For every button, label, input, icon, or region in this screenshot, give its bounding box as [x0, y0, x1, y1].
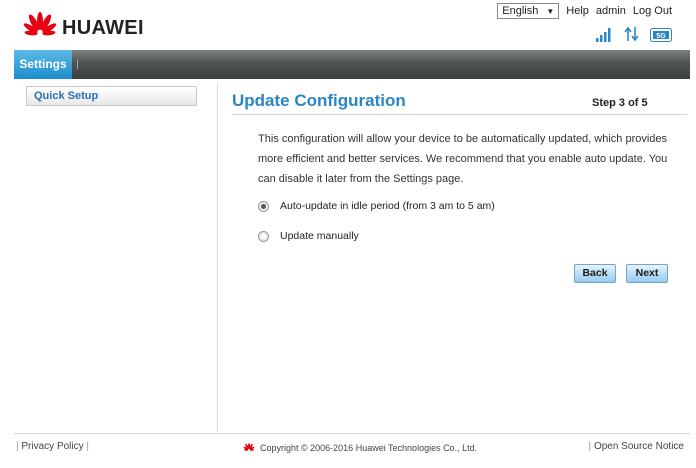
- help-link[interactable]: Help: [566, 5, 589, 17]
- radio-selected-dot: [261, 203, 266, 209]
- auto-update-label: Auto-update in idle period (from 3 am to…: [280, 200, 495, 212]
- language-select[interactable]: English ▼: [497, 3, 560, 19]
- signal-strength-icon: [596, 28, 611, 42]
- update-manually-radio[interactable]: [258, 230, 269, 242]
- privacy-policy-link[interactable]: Privacy Policy: [21, 441, 83, 452]
- admin-link[interactable]: admin: [596, 5, 626, 17]
- top-links: English ▼ Help admin Log Out: [497, 3, 672, 19]
- brand-name: HUAWEI: [62, 17, 144, 39]
- dropdown-arrow-icon: ▼: [546, 6, 555, 16]
- footer-left: | Privacy Policy |: [16, 441, 90, 452]
- footer-copyright: Copyright © 2006-2016 Huawei Technologie…: [242, 443, 477, 453]
- huawei-small-logo-icon: [243, 443, 255, 451]
- tab-settings[interactable]: Settings: [14, 50, 72, 79]
- option-auto-update[interactable]: Auto-update in idle period (from 3 am to…: [258, 200, 495, 212]
- network-5g-icon: 5G: [650, 28, 672, 42]
- main-navbar: Settings: [14, 50, 690, 79]
- copyright-text: Copyright © 2006-2016 Huawei Technologie…: [260, 443, 478, 453]
- next-button[interactable]: Next: [626, 264, 668, 283]
- nav-separator: [77, 60, 78, 69]
- step-indicator: Step 3 of 5: [592, 97, 648, 109]
- footer-divider: [14, 433, 690, 434]
- network-badge-label: 5G: [656, 33, 666, 40]
- data-transfer-icon: [624, 26, 639, 42]
- language-value: English: [502, 5, 539, 17]
- status-icons: 5G: [596, 26, 672, 42]
- description-text: This configuration will allow your devic…: [258, 133, 668, 185]
- sidebar-divider: [217, 84, 218, 432]
- footer-right: | Open Source Notice: [588, 441, 684, 452]
- huawei-flower-icon: [23, 12, 57, 36]
- title-divider: [232, 114, 687, 115]
- option-update-manually[interactable]: Update manually: [258, 230, 359, 242]
- sidebar-item-quick-setup[interactable]: Quick Setup: [26, 86, 197, 106]
- auto-update-radio[interactable]: [258, 200, 269, 212]
- back-button[interactable]: Back: [574, 264, 616, 283]
- page-title: Update Configuration: [232, 91, 406, 110]
- page-frame: HUAWEI English ▼ Help admin Log Out 5G S…: [14, 0, 690, 468]
- logout-link[interactable]: Log Out: [633, 5, 672, 17]
- update-manually-label: Update manually: [280, 230, 359, 242]
- open-source-notice-link[interactable]: Open Source Notice: [594, 441, 684, 452]
